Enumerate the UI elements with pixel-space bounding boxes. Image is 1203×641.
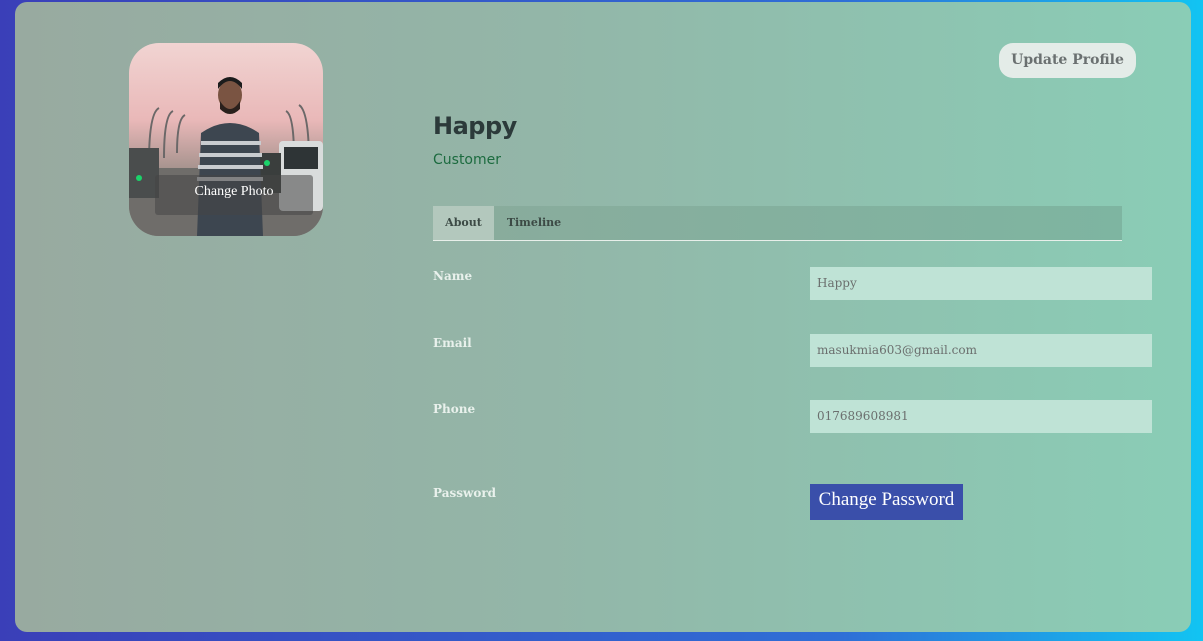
profile-name: Happy: [433, 112, 517, 140]
profile-role: Customer: [433, 152, 502, 168]
update-profile-button[interactable]: Update Profile: [999, 43, 1136, 78]
name-label: Name: [433, 269, 473, 283]
email-field[interactable]: masukmia603@gmail.com: [810, 334, 1152, 367]
phone-label: Phone: [433, 402, 476, 416]
tab-timeline[interactable]: Timeline: [494, 206, 574, 240]
phone-field[interactable]: 017689608981: [810, 400, 1152, 433]
change-photo-button[interactable]: Change Photo: [155, 175, 313, 215]
email-label: Email: [433, 336, 472, 350]
name-field[interactable]: Happy: [810, 267, 1152, 300]
tab-about[interactable]: About: [433, 206, 494, 240]
profile-photo[interactable]: Change Photo: [129, 43, 323, 236]
profile-card: Change Photo Update Profile Happy Custom…: [15, 2, 1191, 632]
change-password-button[interactable]: Change Password: [810, 484, 963, 520]
password-label: Password: [433, 486, 497, 500]
profile-tabs: About Timeline: [433, 206, 1122, 241]
